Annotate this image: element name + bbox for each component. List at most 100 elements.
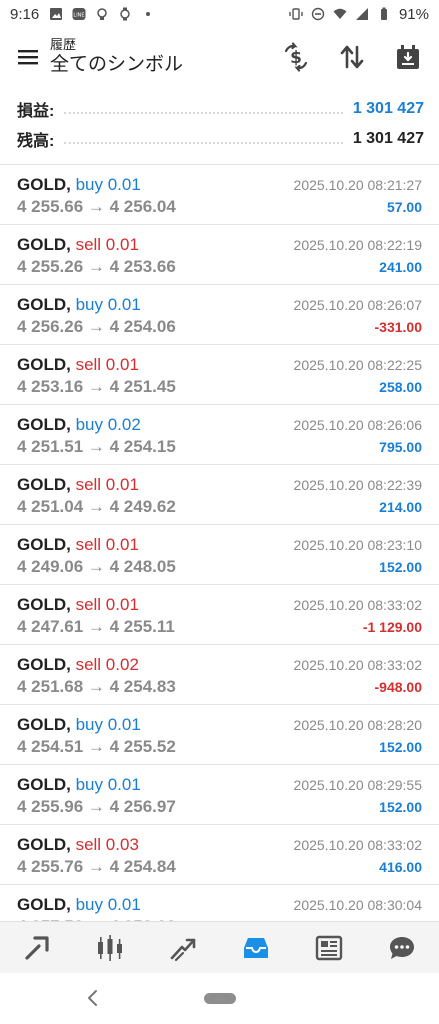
trade-symbol-line: GOLD, sell 0.02 bbox=[17, 655, 139, 675]
trade-profit: -331.00 bbox=[374, 319, 422, 335]
system-navigation-bar bbox=[0, 973, 439, 1024]
trade-symbol: GOLD, bbox=[17, 715, 71, 734]
app-toolbar: 履歴 全てのシンボル $ bbox=[0, 28, 439, 86]
trade-symbol-line: GOLD, sell 0.03 bbox=[17, 835, 139, 855]
currency-exchange-button[interactable]: $ bbox=[275, 36, 317, 78]
trade-symbol-line: GOLD, buy 0.01 bbox=[17, 775, 141, 795]
nav-history[interactable] bbox=[220, 922, 293, 973]
system-back-button[interactable] bbox=[82, 987, 102, 1009]
trade-time: 2025.10.20 08:21:27 bbox=[293, 177, 422, 193]
trade-profit: 152.00 bbox=[379, 799, 422, 815]
trade-side: sell 0.01 bbox=[75, 475, 139, 494]
trade-row[interactable]: GOLD, sell 0.01 4 253.16 → 4 251.45 2025.1… bbox=[0, 345, 439, 405]
trade-symbol: GOLD, bbox=[17, 775, 71, 794]
trade-profit: 416.00 bbox=[379, 859, 422, 875]
history-icon bbox=[244, 937, 269, 958]
trade-symbol-line: GOLD, sell 0.01 bbox=[17, 475, 139, 495]
calendar-icon bbox=[397, 45, 419, 69]
trade-side: sell 0.01 bbox=[75, 355, 139, 374]
battery-icon bbox=[380, 7, 387, 20]
trade-prices: 4 255.96 → 4 256.97 bbox=[17, 797, 176, 816]
trade-profit: 152.00 bbox=[379, 559, 422, 575]
trade-symbol-line: GOLD, sell 0.01 bbox=[17, 355, 139, 375]
back-chevron-icon bbox=[88, 990, 97, 1006]
trade-symbol-line: GOLD, buy 0.01 bbox=[17, 295, 141, 315]
nav-news[interactable] bbox=[293, 922, 366, 973]
notification-icons: LINE bbox=[49, 7, 155, 21]
nav-trade[interactable] bbox=[146, 922, 219, 973]
trade-side: buy 0.01 bbox=[75, 175, 141, 194]
trade-side: buy 0.01 bbox=[75, 895, 141, 914]
trade-profit: 795.00 bbox=[379, 439, 422, 455]
trade-profit: -1 129.00 bbox=[362, 619, 422, 635]
trade-time: 2025.10.20 08:23:10 bbox=[293, 537, 422, 553]
trade-row[interactable]: GOLD, buy 0.01 4 256.26 → 4 254.06 2025.10… bbox=[0, 285, 439, 345]
status-bar: 9:16 LINE 91% bbox=[0, 0, 439, 28]
trade-symbol: GOLD, bbox=[17, 175, 71, 194]
trade-row[interactable]: GOLD, buy 0.01 4 255.96 → 4 256.97 2025.10… bbox=[0, 765, 439, 825]
menu-button[interactable] bbox=[6, 35, 50, 79]
trade-prices: 4 251.68 → 4 254.83 bbox=[17, 677, 176, 696]
nav-quotes[interactable] bbox=[0, 922, 73, 973]
trade-row[interactable]: GOLD, buy 0.01 4 255.66 → 4 256.04 2025.10… bbox=[0, 165, 439, 225]
trade-profit: -948.00 bbox=[374, 679, 422, 695]
trade-prices: 4 255.66 → 4 256.04 bbox=[17, 197, 176, 216]
trade-symbol: GOLD, bbox=[17, 535, 71, 554]
profit-value: 1 301 427 bbox=[352, 100, 424, 117]
trade-side: buy 0.01 bbox=[75, 715, 141, 734]
profit-row: 損益: 1 301 427 bbox=[0, 94, 439, 124]
line-app-icon: LINE bbox=[72, 8, 86, 20]
history-summary: 損益: 1 301 427 残高: 1 301 427 bbox=[0, 94, 439, 154]
do-not-disturb-icon bbox=[311, 7, 325, 21]
trade-symbol-line: GOLD, buy 0.01 bbox=[17, 175, 141, 195]
calendar-button[interactable] bbox=[387, 36, 429, 78]
trade-time: 2025.10.20 08:33:02 bbox=[293, 597, 422, 613]
trade-symbol-line: GOLD, buy 0.01 bbox=[17, 715, 141, 735]
trade-row[interactable]: GOLD, buy 0.02 4 251.51 → 4 254.15 2025.10… bbox=[0, 405, 439, 465]
trade-time: 2025.10.20 08:22:19 bbox=[293, 237, 422, 253]
toolbar-actions: $ bbox=[275, 36, 429, 78]
trade-icon bbox=[170, 938, 196, 961]
trade-row[interactable]: GOLD, buy 0.01 4 254.51 → 4 255.52 2025.10… bbox=[0, 705, 439, 765]
trade-prices: 4 251.04 → 4 249.62 bbox=[17, 497, 176, 516]
trade-row[interactable]: GOLD, sell 0.01 4 255.26 → 4 253.66 2025.1… bbox=[0, 225, 439, 285]
trade-symbol-line: GOLD, buy 0.02 bbox=[17, 415, 141, 435]
dotted-leader bbox=[64, 142, 343, 144]
trade-row[interactable]: GOLD, sell 0.01 4 251.04 → 4 249.62 2025.1… bbox=[0, 465, 439, 525]
trade-side: buy 0.01 bbox=[75, 775, 141, 794]
chart-icon bbox=[97, 934, 122, 961]
trade-symbol-line: GOLD, sell 0.01 bbox=[17, 235, 139, 255]
system-home-pill[interactable] bbox=[204, 993, 236, 1004]
page-subtitle: 履歴 bbox=[50, 37, 77, 52]
nav-chart[interactable] bbox=[73, 922, 146, 973]
trade-symbol: GOLD, bbox=[17, 415, 71, 434]
status-right: 91% bbox=[289, 6, 429, 23]
vibrate-icon bbox=[289, 8, 303, 20]
trade-time: 2025.10.20 08:26:07 bbox=[293, 297, 422, 313]
trade-history-list[interactable]: GOLD, buy 0.01 4 255.66 → 4 256.04 2025.10… bbox=[0, 165, 439, 921]
wifi-icon bbox=[333, 8, 347, 19]
trade-row[interactable]: GOLD, sell 0.01 4 249.06 → 4 248.05 2025.1… bbox=[0, 525, 439, 585]
sort-button[interactable] bbox=[331, 36, 373, 78]
news-icon bbox=[316, 935, 343, 960]
trade-profit: 57.00 bbox=[386, 199, 422, 215]
hamburger-icon bbox=[18, 50, 38, 65]
trade-symbol: GOLD, bbox=[17, 895, 71, 914]
trade-symbol: GOLD, bbox=[17, 355, 71, 374]
trade-row[interactable]: GOLD, sell 0.02 4 251.68 → 4 254.83 2025.1… bbox=[0, 645, 439, 705]
trade-symbol: GOLD, bbox=[17, 655, 71, 674]
symbol-filter-title[interactable]: 全てのシンボル bbox=[50, 53, 183, 77]
trade-time: 2025.10.20 08:33:02 bbox=[293, 837, 422, 853]
trade-prices: 4 249.06 → 4 248.05 bbox=[17, 557, 176, 576]
trade-row[interactable]: GOLD, sell 0.01 4 247.61 → 4 255.11 2025.1… bbox=[0, 585, 439, 645]
messages-icon bbox=[390, 936, 415, 959]
trade-prices: 4 255.76 → 4 254.84 bbox=[17, 857, 176, 876]
trade-side: buy 0.02 bbox=[75, 415, 141, 434]
image-icon bbox=[50, 8, 63, 20]
trade-prices: 4 247.61 → 4 255.11 bbox=[17, 617, 175, 636]
trade-profit: 258.00 bbox=[379, 379, 422, 395]
nav-messages[interactable] bbox=[366, 922, 439, 973]
trade-row[interactable]: GOLD, sell 0.03 4 255.76 → 4 254.84 2025.1… bbox=[0, 825, 439, 885]
trade-symbol: GOLD, bbox=[17, 475, 71, 494]
trade-row[interactable]: GOLD, buy 0.014 257.56 → 4 258.282025.10… bbox=[0, 885, 439, 921]
